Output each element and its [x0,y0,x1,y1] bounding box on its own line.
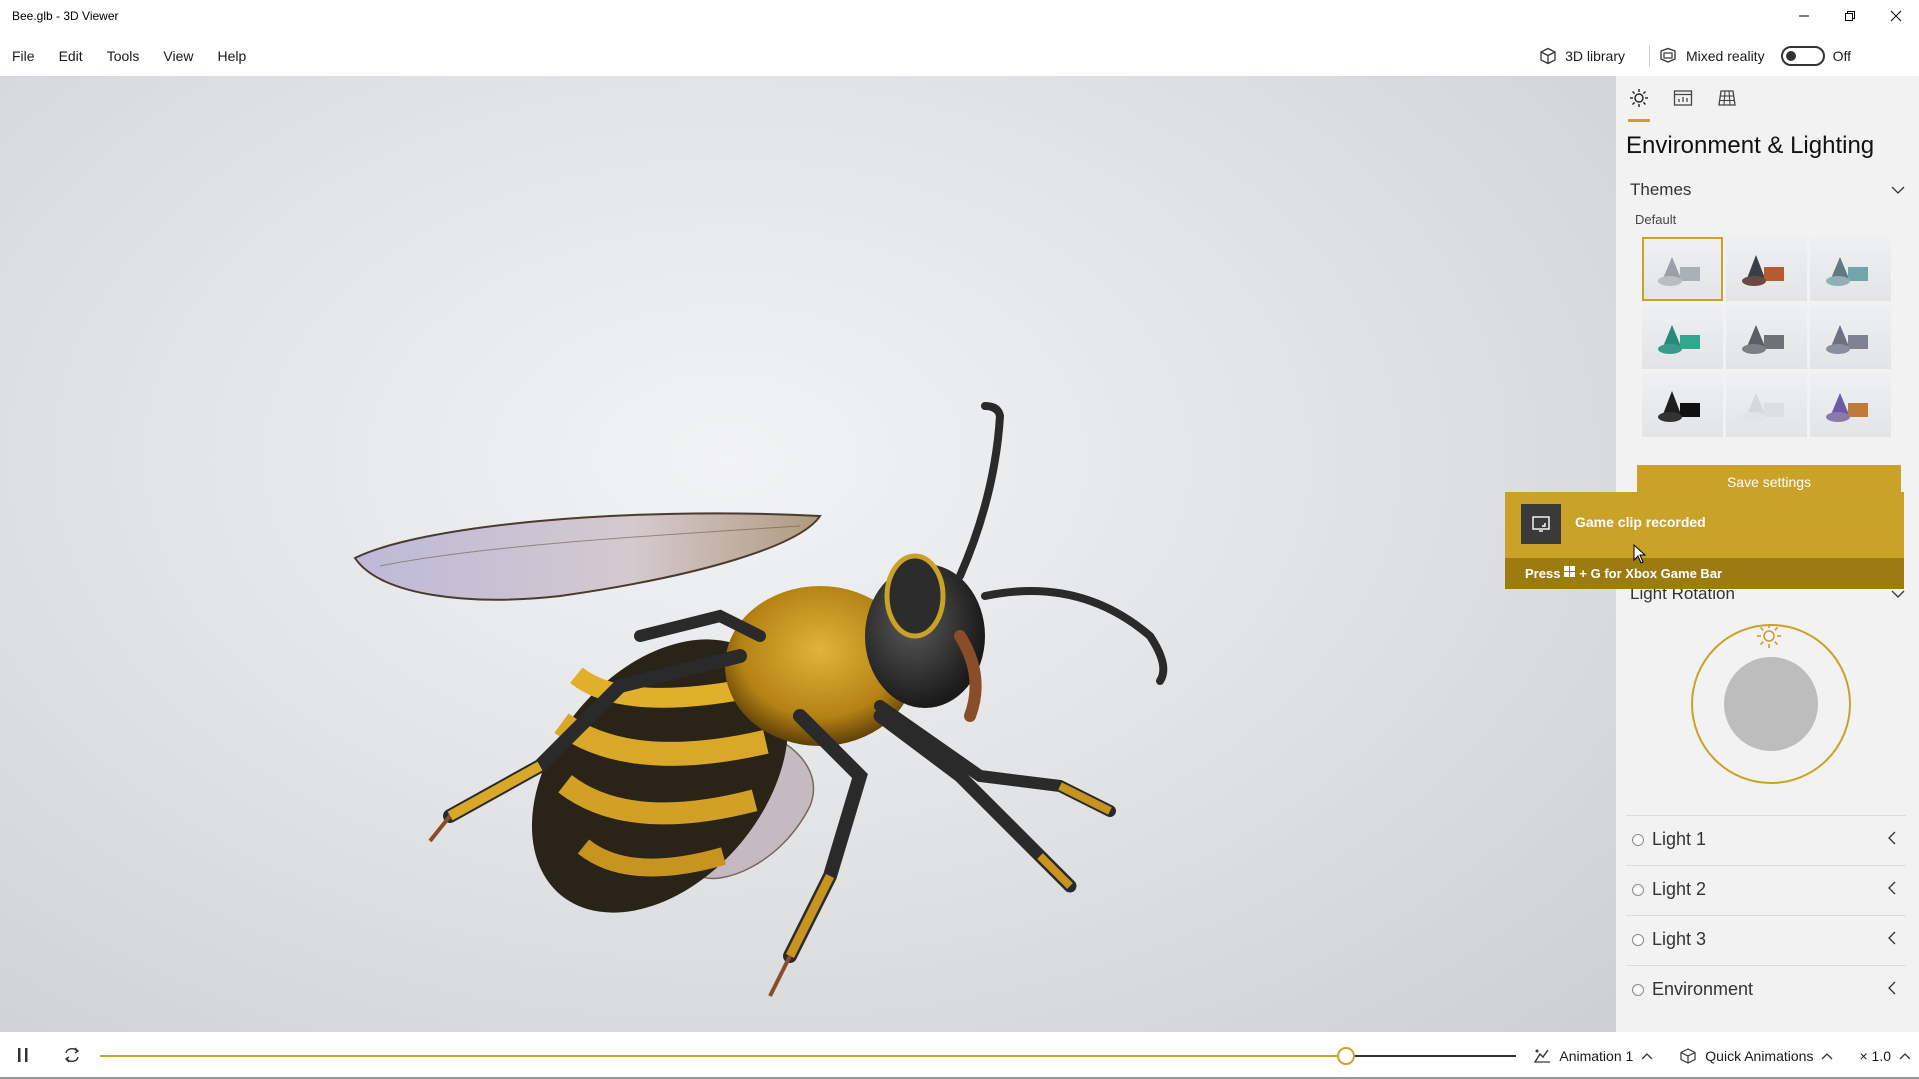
mouse-cursor-icon [1633,544,1647,564]
themes-label: Themes [1630,180,1692,199]
title-bar: Bee.glb - 3D Viewer [0,0,1919,32]
menu-file[interactable]: File [0,48,47,64]
menu-bar: File Edit Tools View Help 3D library Mix… [0,38,1919,74]
theme-swatch-teal[interactable] [1810,237,1891,301]
animation-icon [1534,1049,1551,1063]
mixed-reality-state: Off [1832,48,1851,64]
quick-animation-icon [1680,1047,1696,1064]
tab-stats[interactable] [1670,88,1696,122]
chevron-up-icon [1899,1052,1911,1059]
chevron-left-icon [1888,831,1896,845]
restore-icon [1845,11,1855,21]
speed-selector[interactable]: × 1.0 [1849,1048,1919,1064]
toolbar-divider [1648,45,1650,67]
speed-label: × 1.0 [1859,1047,1891,1064]
theme-swatch-default[interactable] [1642,237,1723,301]
chevron-up-icon [1641,1052,1653,1059]
light-1-radio[interactable] [1632,833,1644,846]
light-row-3[interactable]: Light 3 [1626,915,1906,963]
environment-label: Environment [1652,979,1754,999]
chevron-left-icon [1888,881,1896,895]
3d-library-button[interactable]: 3D library [1523,47,1641,65]
close-button[interactable] [1873,0,1919,32]
mixed-reality-icon [1660,47,1676,63]
light-3-radio[interactable] [1632,933,1644,946]
light-rotation-sphere [1724,657,1818,751]
close-icon [1890,10,1902,22]
animation-selector[interactable]: Animation 1 [1523,1048,1663,1064]
menubar-actions: 3D library Mixed reality Off [1523,38,1919,74]
chevron-left-icon [1888,981,1896,995]
menu-tools[interactable]: Tools [95,48,152,64]
3d-viewport[interactable] [0,76,1616,1032]
timeline-remaining [1346,1055,1516,1057]
playback-options: Animation 1 Quick Animations × 1.0 [1523,1032,1919,1079]
timeline-thumb[interactable] [1337,1047,1356,1065]
menu-view[interactable]: View [151,48,205,64]
toast-hint: Press + G for Xbox Game Bar [1505,558,1904,589]
quick-animations-selector[interactable]: Quick Animations [1669,1048,1843,1064]
themes-header[interactable]: Themes [1616,172,1919,208]
timeline-track[interactable] [100,1055,1347,1057]
theme-swatch-warm[interactable] [1726,237,1807,301]
light-2-radio[interactable] [1632,883,1644,896]
toast-hint-prefix: Press [1525,566,1561,581]
game-clip-toast[interactable]: Game clip recorded Press + G for Xbox Ga… [1505,492,1904,589]
tab-lighting[interactable] [1626,88,1652,122]
light-1-label: Light 1 [1652,829,1707,849]
toast-title: Game clip recorded [1575,514,1706,530]
mixed-reality-label: Mixed reality [1685,48,1765,64]
light-3-label: Light 3 [1652,929,1707,949]
quick-animations-label: Quick Animations [1705,1047,1814,1064]
environment-radio[interactable] [1632,983,1644,996]
chevron-down-icon [1891,590,1905,598]
loop-icon[interactable] [62,1046,82,1064]
theme-swatch-white[interactable] [1726,373,1807,437]
minimize-icon [1799,15,1809,17]
playback-bar: Animation 1 Quick Animations × 1.0 [0,1032,1919,1079]
cube-icon [1540,47,1556,65]
theme-swatch-green[interactable] [1642,305,1723,369]
toast-hint-suffix: + G for Xbox Game Bar [1579,566,1723,581]
theme-swatch-gray[interactable] [1726,305,1807,369]
tab-grid[interactable] [1714,88,1740,122]
theme-swatch-purple-orange[interactable] [1810,373,1891,437]
theme-grid [1616,227,1919,437]
light-row-1[interactable]: Light 1 [1626,815,1906,863]
chevron-left-icon [1888,931,1896,945]
capture-icon [1521,504,1561,544]
chevron-down-icon [1891,186,1905,194]
bee-model[interactable] [0,76,1616,1032]
chevron-up-icon [1822,1052,1833,1059]
restore-button[interactable] [1827,0,1873,32]
stats-icon [1673,90,1693,106]
menu-edit[interactable]: Edit [47,48,95,64]
menu-help[interactable]: Help [205,48,258,64]
mixed-reality-toggle[interactable] [1780,46,1825,66]
light-row-2[interactable]: Light 2 [1626,865,1906,913]
sun-handle-icon[interactable] [1754,621,1784,651]
grid-icon [1718,90,1736,106]
mixed-reality-control[interactable]: Mixed reality Off [1658,46,1919,66]
window-title: Bee.glb - 3D Viewer [12,9,119,23]
animation-label: Animation 1 [1559,1047,1634,1064]
light-2-label: Light 2 [1652,879,1707,899]
3d-library-label: 3D library [1565,48,1625,64]
panel-tabs [1616,76,1919,122]
themes-default-label: Default [1635,212,1677,227]
panel-title: Environment & Lighting [1626,132,1875,159]
pause-icon[interactable] [17,1046,29,1064]
light-row-environment[interactable]: Environment [1626,965,1906,1013]
windows-key-icon [1564,566,1576,577]
theme-swatch-slate[interactable] [1810,305,1891,369]
sun-icon [1630,89,1648,107]
minimize-button[interactable] [1781,0,1827,32]
theme-swatch-black[interactable] [1642,373,1723,437]
